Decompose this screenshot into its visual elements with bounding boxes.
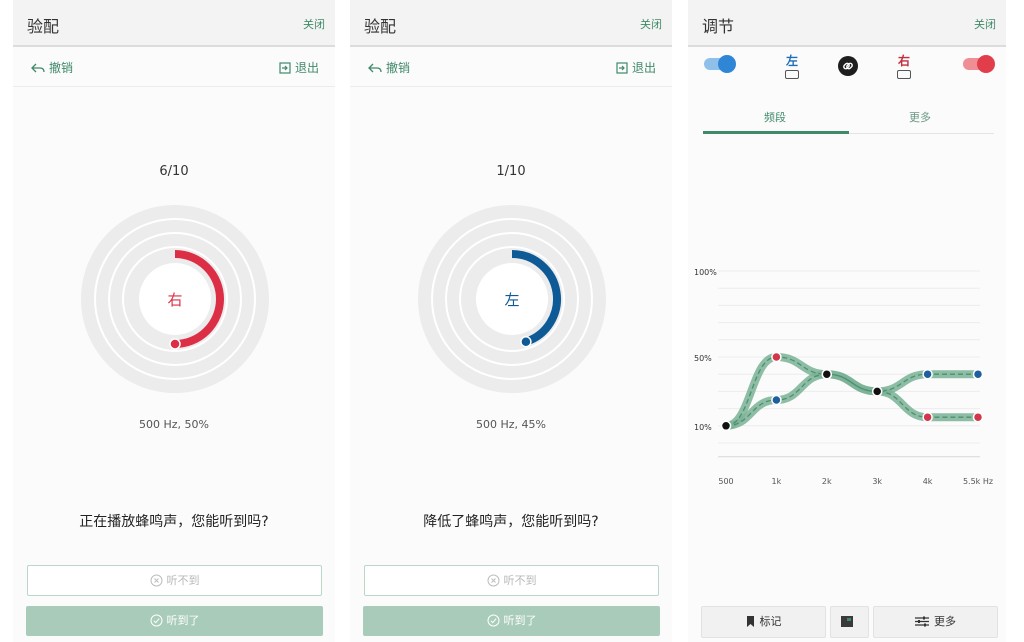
toggle-icon <box>718 55 736 73</box>
data-point <box>771 394 782 406</box>
can-hear-label: 听到了 <box>166 614 200 627</box>
action-bar: 撤销 退出 <box>13 48 335 87</box>
cannot-hear-button[interactable]: 听不到 <box>27 565 322 596</box>
data-point <box>821 368 833 380</box>
exit-icon <box>279 62 291 74</box>
can-hear-button[interactable]: 听到了 <box>363 606 660 636</box>
page-title: 调节 <box>702 17 735 36</box>
data-point <box>922 411 933 423</box>
hearing-question: 正在播放蜂鸣声，您能听到吗? <box>79 514 269 530</box>
progress-counter: 6/10 <box>159 164 189 179</box>
active-tab-indicator <box>703 131 849 134</box>
x-tick-label: 4k <box>923 477 933 486</box>
adjust-tabs: 频段 更多 <box>703 104 994 134</box>
progress-counter: 1/10 <box>496 164 526 179</box>
undo-button[interactable]: 撤销 <box>368 59 410 76</box>
more-label: 更多 <box>934 615 956 628</box>
undo-label: 撤销 <box>386 61 411 75</box>
battery-icon <box>785 70 799 79</box>
frequency-info: 500 Hz, 50% <box>139 418 209 431</box>
guide-button[interactable] <box>830 606 869 638</box>
exit-icon <box>616 62 628 74</box>
y-tick-label: 10% <box>694 423 712 432</box>
hearing-question: 降低了蜂鸣声，您能听到吗? <box>423 514 599 530</box>
link-icon[interactable] <box>838 56 858 76</box>
exit-label: 退出 <box>294 61 319 75</box>
right-ear-toggle[interactable] <box>963 55 995 73</box>
more-button[interactable]: 更多 <box>873 606 998 638</box>
x-tick-label: 1k <box>772 477 782 486</box>
ear-control-row: 左 右 <box>688 48 1006 88</box>
close-button[interactable]: 关闭 <box>640 16 662 32</box>
tab-divider <box>849 133 994 134</box>
data-point <box>871 386 883 397</box>
data-point <box>922 368 933 380</box>
cannot-hear-button[interactable]: 听不到 <box>364 565 659 596</box>
data-point <box>972 368 984 380</box>
exit-button[interactable]: 退出 <box>279 59 319 76</box>
can-hear-button[interactable]: 听到了 <box>26 606 323 636</box>
left-ear-label: 左 <box>786 54 799 68</box>
tab-bands[interactable]: 频段 <box>764 109 786 125</box>
undo-label: 撤销 <box>49 61 74 75</box>
x-tick-label: 5.5k Hz <box>963 477 993 486</box>
check-circle-icon <box>150 614 162 627</box>
data-point <box>720 420 732 432</box>
equalizer-chart: 100% 50% 10% 500 1k 2k 3k 4k 5.5k Hz <box>694 268 993 486</box>
hearing-level-dial: 右 <box>81 205 269 393</box>
page-title: 验配 <box>27 17 60 36</box>
page-title: 验配 <box>364 17 397 36</box>
mark-button[interactable]: 标记 <box>701 606 826 638</box>
top-bar: 验配 关闭 <box>13 0 335 47</box>
exit-label: 退出 <box>631 61 656 75</box>
cannot-hear-label: 听不到 <box>166 574 200 587</box>
close-button[interactable]: 关闭 <box>303 16 325 32</box>
hearing-level-dial: 左 <box>418 205 606 393</box>
fitting-panel-right: 验配 关闭 撤销 退出 6/10 右 500 Hz, 50% 正在播放蜂鸣声，您… <box>13 0 335 642</box>
mark-label: 标记 <box>759 615 782 628</box>
undo-icon <box>368 63 382 73</box>
undo-button[interactable]: 撤销 <box>31 59 73 76</box>
x-tick-label: 3k <box>872 477 882 486</box>
check-circle-icon <box>487 614 499 627</box>
bookmark-icon <box>746 616 754 627</box>
x-tick-label: 500 <box>718 477 733 486</box>
fitting-panel-left: 验配 关闭 撤销 退出 1/10 左 500 Hz, 45% 降低了蜂鸣声，您能… <box>350 0 672 642</box>
level-marker <box>169 338 181 350</box>
level-marker <box>520 336 532 348</box>
top-bar: 验配 关闭 <box>350 0 672 47</box>
y-tick-label: 50% <box>694 354 712 363</box>
cannot-hear-label: 听不到 <box>503 574 537 587</box>
frequency-info: 500 Hz, 45% <box>476 418 546 431</box>
x-tick-label: 2k <box>822 477 832 486</box>
data-point <box>771 351 782 363</box>
ear-indicator: 左 <box>504 291 519 309</box>
tab-more[interactable]: 更多 <box>909 109 931 125</box>
right-ear-label: 右 <box>898 54 911 68</box>
ear-indicator: 右 <box>167 291 182 309</box>
undo-icon <box>31 63 45 73</box>
close-button[interactable]: 关闭 <box>974 16 996 32</box>
adjust-panel: 调节 关闭 左 右 频段 更多 100% 50% 10% 500 1k 2k 3k 4k 5.5… <box>688 0 1006 642</box>
data-point <box>972 411 984 423</box>
top-bar: 调节 关闭 <box>688 0 1006 47</box>
battery-icon <box>897 70 911 79</box>
book-icon <box>841 616 853 627</box>
exit-button[interactable]: 退出 <box>616 59 656 76</box>
close-circle-icon <box>487 574 499 587</box>
close-circle-icon <box>150 574 162 587</box>
toggle-icon <box>977 55 995 73</box>
can-hear-label: 听到了 <box>503 614 537 627</box>
action-bar: 撤销 退出 <box>350 48 672 87</box>
y-tick-label: 100% <box>694 268 717 277</box>
left-ear-toggle[interactable] <box>704 55 736 73</box>
sliders-icon <box>915 616 929 627</box>
